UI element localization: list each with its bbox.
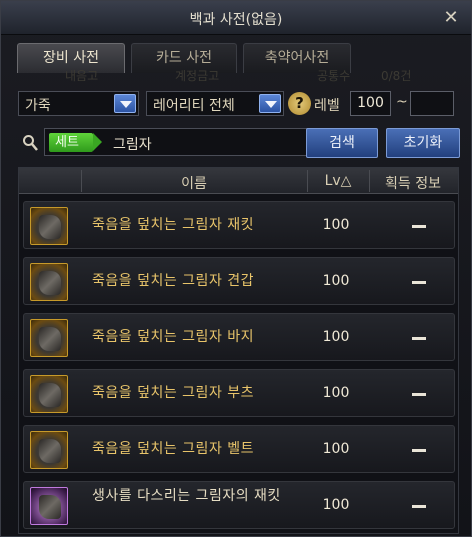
shoulder-icon [30, 263, 68, 301]
level-label: 레벨 [314, 98, 340, 114]
header-acquire: 획득 정보 [385, 176, 441, 192]
ghost-label: 계정금고 [175, 69, 220, 83]
rarity-value: 레어리티 전체 [153, 98, 235, 114]
category-value: 가죽 [25, 98, 51, 114]
level-separator: ~ [396, 94, 408, 110]
level-min-input[interactable]: 100 [350, 91, 391, 116]
item-name: 죽음을 덮치는 그림자 재킷 [92, 217, 255, 233]
table-row[interactable]: 죽음을 덮치는 그림자 부츠 100 [23, 369, 455, 417]
table-row[interactable]: 죽음을 덮치는 그림자 재킷 100 [23, 201, 455, 249]
acquire-info-dash [412, 281, 426, 284]
item-name: 죽음을 덮치는 그림자 부츠 [92, 385, 255, 401]
item-level: 100 [322, 385, 350, 401]
category-select[interactable]: 가죽 [18, 91, 139, 116]
boots-icon [30, 375, 68, 413]
item-name: 죽음을 덮치는 그림자 견갑 [92, 273, 255, 289]
window-title: 백과 사전(없음) [189, 12, 283, 28]
title-bar[interactable]: 백과 사전(없음) ✕ [1, 1, 471, 35]
rarity-select[interactable]: 레어리티 전체 [146, 91, 284, 116]
help-icon[interactable]: ? [288, 92, 311, 115]
item-level: 100 [322, 273, 350, 289]
acquire-info-dash [412, 225, 426, 228]
item-level: 100 [322, 217, 350, 233]
acquire-info-dash [412, 337, 426, 340]
search-input[interactable]: 세트 그림자 [44, 128, 314, 156]
table-row[interactable]: 죽음을 덮치는 그림자 견갑 100 [23, 257, 455, 305]
pants-icon [30, 319, 68, 357]
level-max-input[interactable] [410, 91, 454, 116]
filter-row: 가죽 레어리티 전체 ? 레벨 100 ~ [18, 91, 458, 117]
background-ghost-text: 내음고 계정금고 공통수 0/8건 [1, 67, 471, 83]
table-row[interactable]: 죽음을 덮치는 그림자 바지 100 [23, 313, 455, 361]
acquire-info-dash [412, 449, 426, 452]
acquire-info-dash [412, 505, 426, 508]
close-icon[interactable]: ✕ [441, 8, 461, 28]
search-button[interactable]: 검색 [306, 128, 378, 158]
table-row[interactable]: 생사를 다스리는 그림자의 재킷 100 [23, 481, 455, 529]
item-name: 죽음을 덮치는 그림자 벨트 [92, 441, 255, 457]
item-level: 100 [322, 497, 350, 513]
encyclopedia-window: 백과 사전(없음) ✕ 장비 사전 카드 사전 축약어사전 내음고 계정금고 공… [0, 0, 472, 537]
reset-button[interactable]: 초기화 [386, 128, 460, 158]
chevron-down-icon[interactable] [259, 94, 281, 113]
chevron-down-icon[interactable] [114, 94, 136, 113]
item-name: 생사를 다스리는 그림자의 재킷 [92, 488, 281, 504]
set-filter-tag[interactable]: 세트 [49, 133, 102, 152]
search-row: 세트 그림자 검색 초기화 [18, 128, 463, 158]
item-name: 죽음을 덮치는 그림자 바지 [92, 329, 255, 345]
jacket-icon [30, 487, 68, 525]
header-name[interactable]: 이름 [81, 173, 307, 193]
ghost-label: 공통수 [317, 69, 351, 83]
header-level[interactable]: Lv△ [307, 173, 369, 189]
item-level: 100 [322, 441, 350, 457]
jacket-icon [30, 207, 68, 245]
item-level: 100 [322, 329, 350, 345]
belt-icon [30, 431, 68, 469]
acquire-info-dash [412, 393, 426, 396]
ghost-label: 내음고 [65, 69, 99, 83]
ghost-label: 0/8건 [381, 69, 412, 83]
result-table: 이름 Lv△ 획득 정보 죽음을 덮치는 그림자 재킷 100 죽음을 덮치는 … [18, 167, 459, 534]
search-query: 그림자 [113, 137, 152, 153]
search-icon [23, 135, 38, 151]
table-header: 이름 Lv△ 획득 정보 [19, 168, 458, 194]
table-row[interactable]: 죽음을 덮치는 그림자 벨트 100 [23, 425, 455, 473]
